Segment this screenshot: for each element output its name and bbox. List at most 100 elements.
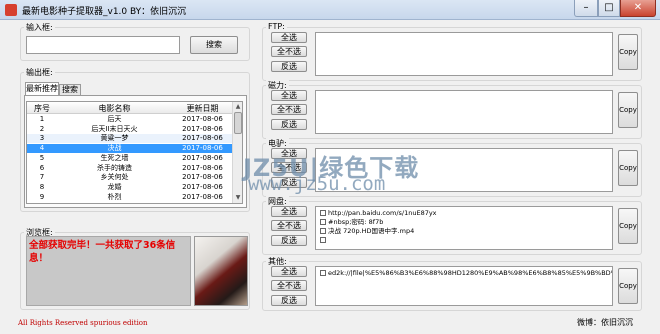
cell-movie-name: 龙婚 (107, 182, 122, 191)
pan-link-line[interactable]: #nbsp;密码: 8f7b (320, 218, 383, 226)
other-copy-button[interactable]: Copy (618, 268, 638, 304)
search-input[interactable] (26, 36, 180, 54)
magnet-textarea[interactable] (315, 90, 613, 134)
cell-no: 3 (39, 134, 45, 143)
window-title: 最新电影种子提取器_v1.0 BY：依旧沉沉 (22, 7, 187, 17)
pan-invert-button[interactable]: 反选 (271, 235, 307, 246)
cell-update-date: 2017-08-06 (182, 134, 223, 143)
cell-update-date: 2017-08-06 (182, 144, 223, 153)
table-row[interactable]: 8 龙婚 2017-08-06 (27, 183, 232, 192)
title-bar: 最新电影种子提取器_v1.0 BY：依旧沉沉 – □ ✕ (0, 0, 660, 20)
ed2k-copy-button[interactable]: Copy (618, 150, 638, 186)
weibo-credit: 微博：依旧沉沉 (577, 318, 633, 327)
cell-update-date: 2017-08-06 (182, 192, 223, 201)
checkbox[interactable] (320, 237, 326, 243)
minimize-button[interactable]: – (574, 0, 598, 17)
cell-update-date: 2017-08-06 (182, 173, 223, 182)
column-header-date[interactable]: 更新日期 (175, 103, 230, 114)
table-row[interactable]: 1 后天 2017-08-06 (27, 115, 232, 124)
table-header: 序号 电影名称 更新日期 (27, 102, 232, 114)
checkbox[interactable] (320, 228, 326, 234)
cell-movie-name: 杀手的铸造 (97, 163, 132, 172)
other-invert-button[interactable]: 反选 (271, 295, 307, 306)
output-group-label: 输出框: (24, 67, 55, 78)
cell-update-date: 2017-08-06 (182, 153, 223, 162)
pan-link-text: 决战 720p.HD国语中字.mp4 (328, 227, 415, 235)
tab-search[interactable]: 搜索 (59, 84, 81, 95)
cell-update-date: 2017-08-06 (182, 182, 223, 191)
ftp-invert-button[interactable]: 反选 (271, 61, 307, 72)
search-button[interactable]: 搜索 (190, 36, 238, 54)
pan-select-none-button[interactable]: 全不选 (271, 220, 307, 231)
scroll-down-icon[interactable]: ▼ (234, 193, 242, 202)
table-row[interactable]: 9 朴烈 2017-08-06 (27, 193, 232, 202)
magnet-select-all-button[interactable]: 全选 (271, 90, 307, 101)
magnet-select-none-button[interactable]: 全不选 (271, 104, 307, 115)
close-button[interactable]: ✕ (620, 0, 656, 17)
other-select-all-button[interactable]: 全选 (271, 266, 307, 277)
pan-select-all-button[interactable]: 全选 (271, 206, 307, 217)
table-row[interactable]: 5 生死之墙 2017-08-06 (27, 154, 232, 163)
ftp-textarea[interactable] (315, 32, 613, 76)
cell-update-date: 2017-08-06 (182, 163, 223, 172)
browse-box: 全部获取完毕！一共获取了36条信息！ (26, 236, 191, 306)
pan-link-text: http://pan.baidu.com/s/1nuE87yx (328, 209, 437, 217)
checkbox[interactable] (320, 270, 326, 276)
table-row[interactable]: 7 乡关何处 2017-08-06 (27, 173, 232, 182)
ftp-select-all-button[interactable]: 全选 (271, 32, 307, 43)
cell-no: 9 (39, 192, 45, 201)
cell-no: 5 (39, 153, 45, 162)
magnet-copy-button[interactable]: Copy (618, 92, 638, 128)
magnet-invert-button[interactable]: 反选 (271, 119, 307, 130)
table-row[interactable]: 3 黄粱一梦 2017-08-06 (27, 134, 232, 144)
table-row[interactable]: 6 杀手的铸造 2017-08-06 (27, 164, 232, 173)
movie-table: 序号 电影名称 更新日期 1 后天 2017-08-06 2 后天II末日天火 2017-… (26, 101, 243, 204)
cell-update-date: 2017-08-06 (182, 124, 223, 133)
cell-no: 6 (39, 163, 45, 172)
app-logo-icon (5, 4, 17, 16)
table-row[interactable]: 4 决战 2017-08-06 (27, 144, 232, 154)
checkbox[interactable] (320, 210, 326, 216)
cell-no: 2 (39, 124, 45, 133)
cell-movie-name: 黄粱一梦 (100, 134, 129, 143)
pan-textarea[interactable]: http://pan.baidu.com/s/1nuE87yx #nbsp;密码:… (315, 206, 613, 250)
input-group-label: 输入框: (24, 22, 55, 33)
table-scrollbar[interactable]: ▲ ▼ (232, 102, 242, 203)
scroll-thumb[interactable] (234, 112, 242, 134)
column-header-no[interactable]: 序号 (29, 103, 55, 114)
cell-movie-name: 后天II末日天火 (91, 124, 138, 133)
cell-no: 7 (39, 173, 45, 182)
cell-movie-name: 生死之墙 (100, 153, 129, 162)
pan-link-line[interactable]: 决战 720p.HD国语中字.mp4 (320, 227, 414, 235)
cell-movie-name: 乡关何处 (100, 173, 129, 182)
column-header-name[interactable]: 电影名称 (57, 103, 172, 114)
cell-update-date: 2017-08-06 (182, 115, 223, 123)
other-textarea[interactable]: ed2k://|file|%E5%86%B3%E6%88%98HD1280%E9… (315, 266, 613, 306)
other-select-none-button[interactable]: 全不选 (271, 280, 307, 291)
checkbox[interactable] (320, 219, 326, 225)
cell-movie-name: 朴烈 (107, 192, 122, 201)
pan-link-line[interactable] (320, 236, 328, 244)
cell-no: 4 (39, 144, 45, 153)
app-window: 最新电影种子提取器_v1.0 BY：依旧沉沉 – □ ✕ 输入框: 搜索 输出框… (0, 0, 660, 334)
cell-movie-name: 后天 (107, 115, 122, 123)
pan-link-line[interactable]: http://pan.baidu.com/s/1nuE87yx (320, 209, 437, 217)
pan-link-text: #nbsp;密码: 8f7b (328, 218, 384, 226)
other-link-line[interactable]: ed2k://|file|%E5%86%B3%E6%88%98HD1280%E9… (320, 269, 612, 277)
maximize-button[interactable]: □ (598, 0, 620, 17)
copyright-text: All Rights Reserved spurious edition (18, 319, 148, 327)
cell-no: 8 (39, 182, 45, 191)
cell-movie-name: 决战 (107, 144, 122, 153)
watermark-url: www.jz5u.com (248, 173, 386, 195)
tab-latest[interactable]: 最新推荐 (25, 82, 59, 95)
ftp-group-label: FTP: (266, 22, 287, 31)
status-message: 全部获取完毕！一共获取了36条信息！ (29, 240, 176, 264)
ftp-copy-button[interactable]: Copy (618, 34, 638, 70)
scroll-up-icon[interactable]: ▲ (234, 102, 242, 111)
table-row[interactable]: 2 后天II末日天火 2017-08-06 (27, 125, 232, 134)
other-link-text: ed2k://|file|%E5%86%B3%E6%88%98HD1280%E9… (328, 269, 612, 277)
cell-no: 1 (39, 115, 45, 123)
pan-copy-button[interactable]: Copy (618, 208, 638, 244)
ftp-select-none-button[interactable]: 全不选 (271, 46, 307, 57)
movie-poster-image (194, 236, 248, 306)
